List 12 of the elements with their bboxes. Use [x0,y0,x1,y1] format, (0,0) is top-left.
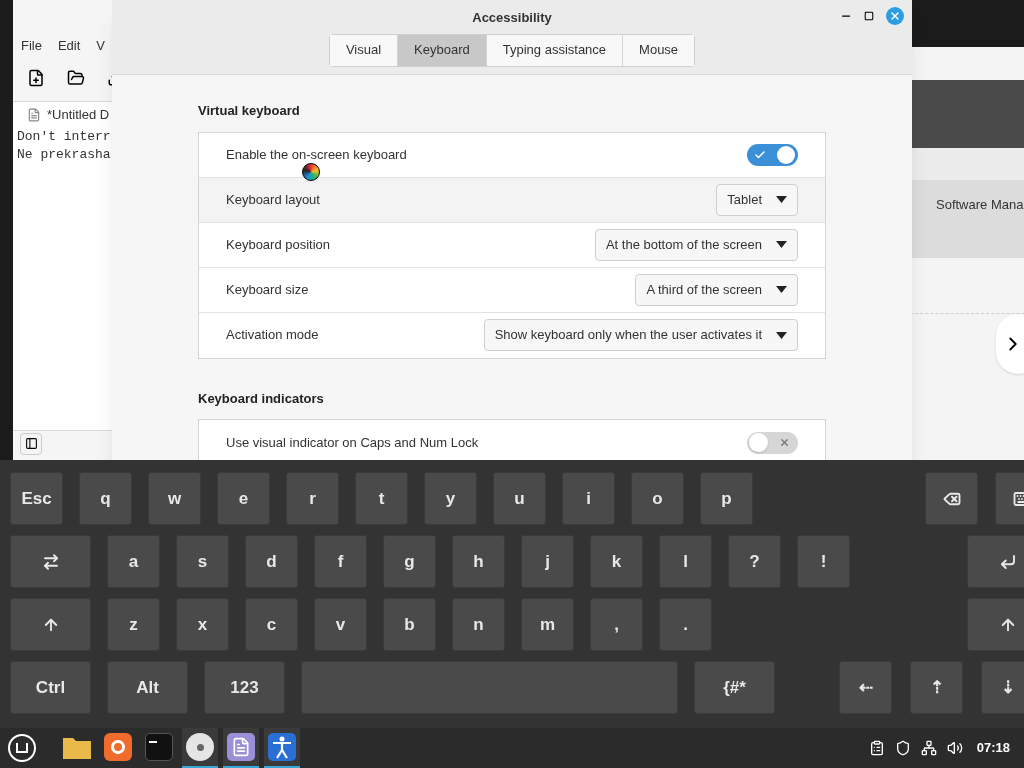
text-line: Don't interr [16,128,111,146]
setting-label: Activation mode [226,326,319,345]
text-line: Ne prekrasha [16,146,111,164]
app-title: Software Mana [936,197,1024,212]
setting-label: Keyboard layout [226,190,320,209]
setting-label: Use visual indicator on Caps and Num Lock [226,433,479,452]
section-heading: Keyboard indicators [198,389,325,408]
setting-label: Keyboard position [226,235,331,254]
setting-label: Enable the on-screen keyboard [226,145,407,164]
setting-label: Keyboard size [226,280,309,299]
window-title: Accessibility [472,9,552,27]
section-heading: Virtual keyboard [198,102,301,120]
